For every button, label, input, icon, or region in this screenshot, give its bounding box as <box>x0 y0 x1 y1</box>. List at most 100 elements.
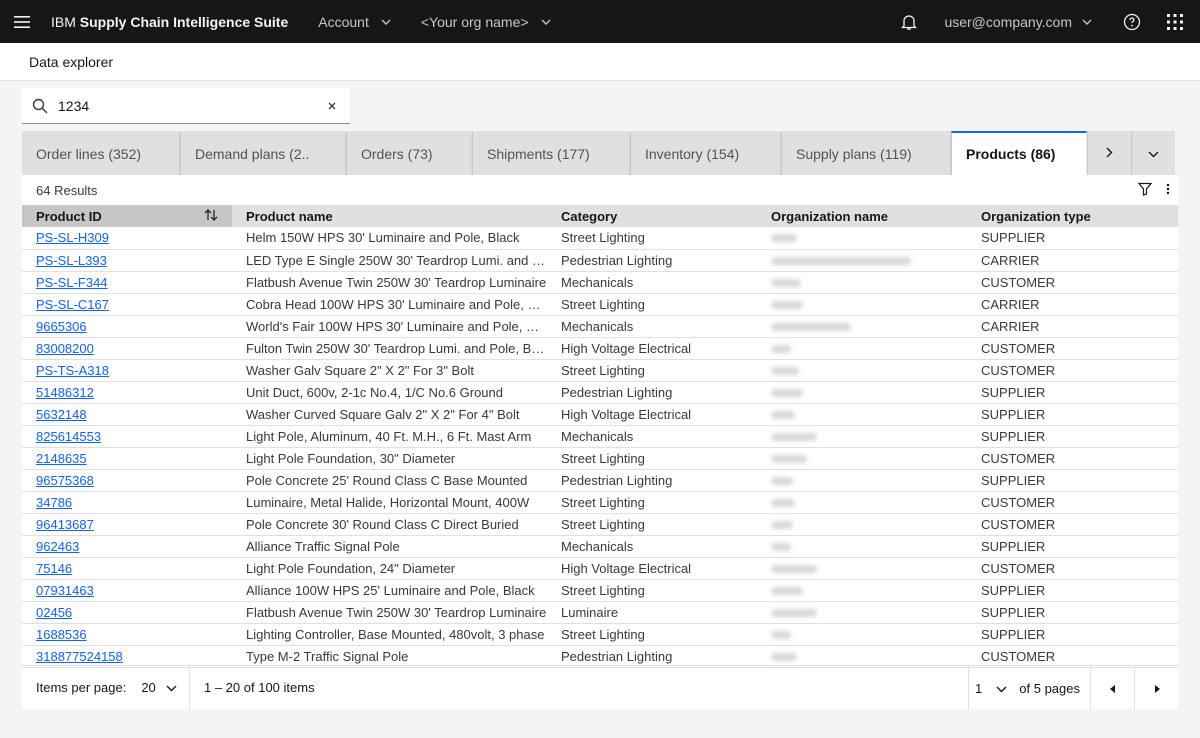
product-id-link[interactable]: 34786 <box>36 495 72 510</box>
org-menu[interactable]: <Your org name> <box>421 14 551 30</box>
organization-name-cell <box>757 491 967 513</box>
organization-type-cell: CUSTOMER <box>981 274 1056 290</box>
column-header-organization-type[interactable]: Organization type <box>967 205 1178 227</box>
product-id-link[interactable]: 51486312 <box>36 385 94 400</box>
product-id-link[interactable]: 96575368 <box>36 473 94 488</box>
table-row[interactable]: PS-SL-H309 Helm 150W HPS 30' Luminaire an… <box>22 227 1178 249</box>
table-row[interactable]: 02456 Flatbush Avenue Twin 250W 30' Teard… <box>22 601 1178 623</box>
category-cell: Street Lighting <box>561 450 645 466</box>
caret-left-icon <box>1109 681 1116 696</box>
tab-inventory[interactable]: Inventory (154) <box>630 131 781 175</box>
app-switcher-icon[interactable] <box>1153 0 1196 43</box>
table-row[interactable]: 5632148 Washer Curved Square Galv 2" X 2"… <box>22 403 1178 425</box>
close-icon[interactable] <box>324 98 340 114</box>
category-cell: Mechanicals <box>561 318 634 334</box>
product-id-link[interactable]: 1688536 <box>36 627 87 642</box>
table-row[interactable]: PS-SL-F344 Flatbush Avenue Twin 250W 30' … <box>22 271 1178 293</box>
app-brand[interactable]: IBM Supply Chain Intelligence Suite <box>51 14 288 30</box>
product-id-link[interactable]: 96413687 <box>36 517 94 532</box>
table-row[interactable]: 96575368 Pole Concrete 25' Round Class C … <box>22 469 1178 491</box>
table-row[interactable]: 962463 Alliance Traffic Signal Pole Mechan… <box>22 535 1178 557</box>
product-id-link[interactable]: 9665306 <box>36 319 87 334</box>
notification-icon[interactable] <box>887 0 930 43</box>
product-id-link[interactable]: 83008200 <box>36 341 94 356</box>
product-id-link[interactable]: PS-SL-L393 <box>36 253 107 268</box>
tab-products[interactable]: Products (86) <box>951 131 1087 175</box>
column-header-product-name[interactable]: Product name <box>232 205 547 227</box>
search-input[interactable] <box>58 97 308 114</box>
table-row[interactable]: 9665306 World's Fair 100W HPS 30' Luminai… <box>22 315 1178 337</box>
product-id-cell: 5632148 <box>22 403 232 425</box>
table-row[interactable]: 825614553 Light Pole, Aluminum, 40 Ft. M.… <box>22 425 1178 447</box>
product-id-link[interactable]: PS-SL-F344 <box>36 275 108 290</box>
organization-name-cell <box>757 513 967 535</box>
product-id-link[interactable]: 825614553 <box>36 429 101 444</box>
organization-type-cell: SUPPLIER <box>981 230 1046 246</box>
account-menu[interactable]: Account <box>318 14 391 30</box>
table-row[interactable]: 07931463 Alliance 100W HPS 25' Luminaire … <box>22 579 1178 601</box>
product-id-link[interactable]: 2148635 <box>36 451 87 466</box>
chevron-down-icon <box>166 680 177 695</box>
table-row[interactable]: 51486312 Unit Duct, 600v, 2-1c No.4, 1/C … <box>22 381 1178 403</box>
previous-page-button[interactable] <box>1090 666 1134 710</box>
redacted-text <box>771 366 799 375</box>
account-label: Account <box>318 13 369 30</box>
chevron-down-icon <box>1082 19 1092 25</box>
page-select[interactable]: 1 of 5 pages <box>968 666 1090 710</box>
column-header-organization-name[interactable]: Organization name <box>757 205 967 227</box>
tabs-scroll-right-button[interactable] <box>1087 131 1131 175</box>
product-id-cell: 96413687 <box>22 513 232 535</box>
product-id-link[interactable]: PS-SL-C167 <box>36 297 109 312</box>
table-row[interactable]: 75146 Light Pole Foundation, 24" Diameter… <box>22 557 1178 579</box>
product-id-cell: 825614553 <box>22 425 232 447</box>
sort-icon[interactable] <box>204 209 218 224</box>
user-menu[interactable]: user@company.com <box>944 14 1092 30</box>
table-row[interactable]: 96413687 Pole Concrete 30' Round Class C … <box>22 513 1178 535</box>
product-name-cell: Cobra Head 100W HPS 30' Luminaire and Po… <box>246 296 547 312</box>
redacted-text <box>771 234 797 243</box>
product-name-cell: Pole Concrete 25' Round Class C Base Mou… <box>246 472 528 488</box>
tab-order-lines[interactable]: Order lines (352) <box>22 131 180 175</box>
organization-name-cell <box>757 271 967 293</box>
tab-supply-plans[interactable]: Supply plans (119) <box>781 131 951 175</box>
organization-name-cell <box>757 337 967 359</box>
column-header-category[interactable]: Category <box>547 205 757 227</box>
table-row[interactable]: 1688536 Lighting Controller, Base Mounted… <box>22 623 1178 645</box>
help-icon[interactable] <box>1110 0 1153 43</box>
product-id-link[interactable]: PS-SL-H309 <box>36 230 109 245</box>
redacted-text <box>771 410 795 419</box>
overflow-menu-icon[interactable] <box>1166 182 1170 199</box>
product-id-link[interactable]: 75146 <box>36 561 72 576</box>
redacted-text <box>771 300 803 309</box>
table-row[interactable]: 34786 Luminaire, Metal Halide, Horizontal… <box>22 491 1178 513</box>
next-page-button[interactable] <box>1134 666 1178 710</box>
table-row[interactable]: 83008200 Fulton Twin 250W 30' Teardrop Lu… <box>22 337 1178 359</box>
filter-icon[interactable] <box>1137 182 1153 199</box>
table-row[interactable]: PS-SL-L393 LED Type E Single 250W 30' Tea… <box>22 249 1178 271</box>
table-row[interactable]: PS-TS-A318 Washer Galv Square 2" X 2" For… <box>22 359 1178 381</box>
column-header-product-id[interactable]: Product ID <box>22 205 232 227</box>
organization-type-cell: CARRIER <box>981 252 1040 268</box>
table-row[interactable]: PS-SL-C167 Cobra Head 100W HPS 30' Lumina… <box>22 293 1178 315</box>
redacted-text <box>771 542 791 551</box>
menu-icon[interactable] <box>0 0 43 43</box>
product-id-link[interactable]: 962463 <box>36 539 79 554</box>
tab-shipments[interactable]: Shipments (177) <box>472 131 630 175</box>
product-id-cell: PS-SL-L393 <box>22 249 232 271</box>
product-id-link[interactable]: 02456 <box>36 605 72 620</box>
tabs-overflow-button[interactable] <box>1131 131 1175 175</box>
table-row[interactable]: 2148635 Light Pole Foundation, 30" Diamet… <box>22 447 1178 469</box>
tab-orders[interactable]: Orders (73) <box>346 131 472 175</box>
items-per-page-select[interactable]: 20 <box>141 680 177 695</box>
product-id-link[interactable]: 5632148 <box>36 407 87 422</box>
product-id-link[interactable]: 07931463 <box>36 583 94 598</box>
category-cell: Street Lighting <box>561 516 645 532</box>
product-name-cell: Type M-2 Traffic Signal Pole <box>246 648 409 664</box>
product-id-link[interactable]: PS-TS-A318 <box>36 363 109 378</box>
product-id-cell: 2148635 <box>22 447 232 469</box>
category-cell: Luminaire <box>561 604 619 620</box>
product-id-link[interactable]: 318877524158 <box>36 649 123 664</box>
table-row[interactable]: 318877524158 Type M-2 Traffic Signal Pole… <box>22 645 1178 667</box>
organization-type-cell: SUPPLIER <box>981 428 1046 444</box>
tab-demand-plans[interactable]: Demand plans (2.. <box>180 131 346 175</box>
